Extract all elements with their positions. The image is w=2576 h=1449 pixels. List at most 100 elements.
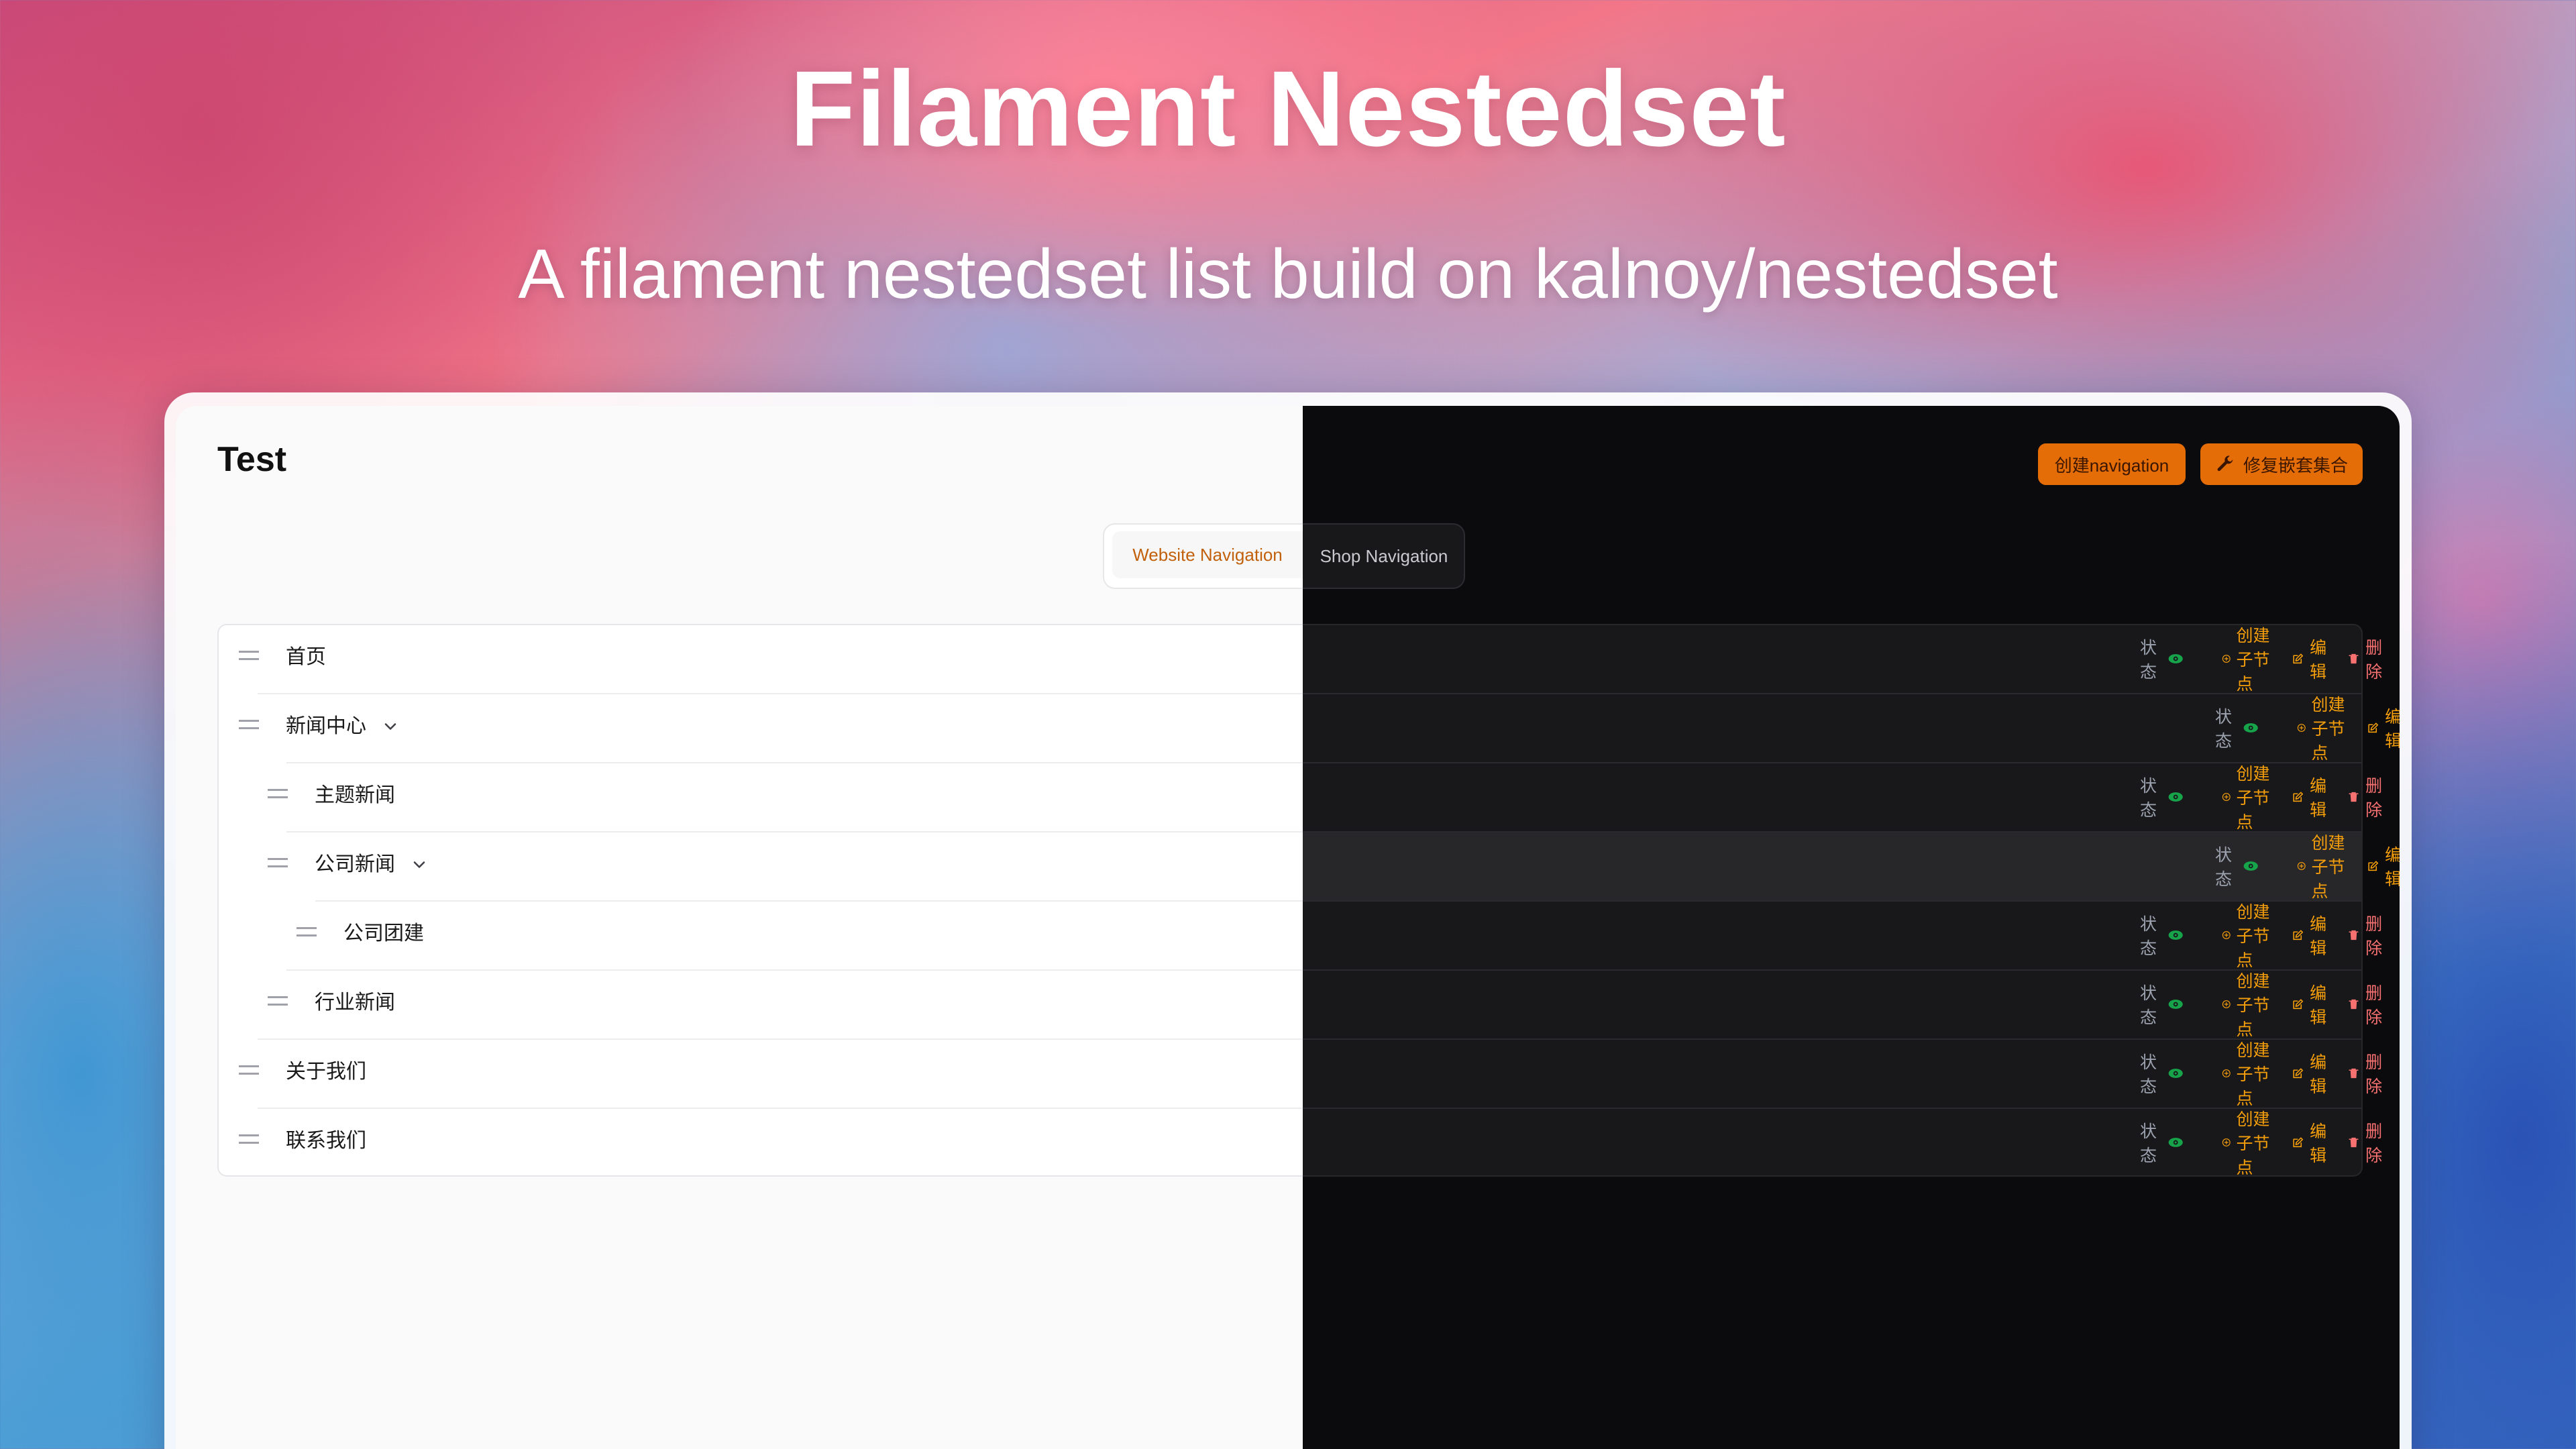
edit-button[interactable]: 编辑	[2292, 773, 2332, 821]
plus-circle-icon	[2222, 654, 2231, 663]
fix-nested-set-button[interactable]: 修复嵌套集合	[2200, 443, 2363, 485]
create-child-button[interactable]: 创建子节点	[2222, 899, 2277, 971]
navigation-tabs: Website Navigation Shop Navigation	[1103, 523, 1465, 589]
drag-handle-icon[interactable]	[297, 927, 317, 936]
create-child-button[interactable]: 创建子节点	[2297, 830, 2352, 902]
eye-icon[interactable]	[2168, 1063, 2183, 1083]
plus-circle-icon	[2297, 861, 2306, 870]
tree-row: 公司新闻 状态 创建子节点 编辑	[217, 831, 2400, 901]
trash-icon	[2349, 653, 2359, 663]
eye-icon[interactable]	[2168, 787, 2183, 807]
edit-button[interactable]: 编辑	[2292, 1049, 2332, 1097]
create-child-button[interactable]: 创建子节点	[2222, 968, 2277, 1040]
trash-icon	[2349, 999, 2359, 1009]
status-label: 状态	[2140, 1053, 2157, 1096]
chevron-down-icon[interactable]	[381, 717, 400, 736]
tab-website-navigation[interactable]: Website Navigation	[1112, 531, 1303, 578]
edit-icon	[2368, 722, 2379, 733]
tree-row: 联系我们 状态 创建子节点 编辑 删除	[217, 1108, 2382, 1177]
eye-icon[interactable]	[2168, 925, 2183, 945]
delete-button[interactable]: 删除	[2347, 635, 2388, 683]
drag-handle-icon[interactable]	[239, 1134, 259, 1144]
row-hover-highlight	[1303, 831, 2363, 900]
tree-row: 公司团建 状态 创建子节点 编辑 删除	[217, 899, 2382, 971]
tree-item-label: 公司新闻	[315, 853, 395, 875]
create-child-button[interactable]: 创建子节点	[2222, 761, 2277, 833]
row-divider	[286, 969, 1303, 971]
eye-icon[interactable]	[2168, 649, 2183, 669]
row-divider	[286, 762, 1303, 763]
eye-icon[interactable]	[2243, 856, 2258, 876]
chevron-down-icon[interactable]	[410, 855, 429, 874]
page-title: Test	[217, 440, 287, 479]
delete-label: 删除	[2365, 1122, 2383, 1165]
eye-icon[interactable]	[2168, 994, 2183, 1014]
edit-icon	[2293, 653, 2304, 663]
edit-icon	[2293, 998, 2304, 1009]
edit-icon	[2293, 1067, 2304, 1078]
edit-button[interactable]: 编辑	[2367, 842, 2400, 890]
drag-handle-icon[interactable]	[239, 720, 259, 729]
trash-icon	[2349, 792, 2359, 802]
tree-item-label: 首页	[286, 646, 326, 668]
row-actions: 状态 创建子节点 编辑	[2215, 692, 2400, 764]
drag-handle-icon[interactable]	[239, 651, 259, 660]
tab-shop-navigation[interactable]: Shop Navigation	[1303, 533, 1465, 580]
edit-button[interactable]: 编辑	[2292, 635, 2332, 683]
edit-button[interactable]: 编辑	[2292, 1118, 2332, 1167]
edit-icon	[2368, 860, 2379, 871]
row-divider	[258, 693, 1303, 694]
row-actions: 状态 创建子节点 编辑 删除	[2140, 1108, 2388, 1177]
delete-button[interactable]: 删除	[2347, 1049, 2388, 1097]
status-label: 状态	[2140, 638, 2157, 682]
create-child-label: 创建子节点	[2236, 971, 2270, 1039]
eye-icon[interactable]	[2243, 718, 2258, 738]
delete-button[interactable]: 删除	[2347, 773, 2388, 821]
status-label: 状态	[2215, 845, 2233, 889]
edit-button[interactable]: 编辑	[2292, 980, 2332, 1028]
trash-icon	[2349, 1137, 2359, 1147]
drag-handle-icon[interactable]	[268, 996, 288, 1006]
edit-icon	[2293, 791, 2304, 802]
eye-icon[interactable]	[2168, 1132, 2183, 1152]
edit-button[interactable]: 编辑	[2292, 911, 2332, 959]
edit-label: 编辑	[2310, 1122, 2327, 1165]
create-child-button[interactable]: 创建子节点	[2222, 623, 2277, 695]
row-actions: 状态 创建子节点 编辑 删除	[2140, 968, 2388, 1040]
fix-nested-set-label: 修复嵌套集合	[2243, 455, 2348, 476]
row-actions: 状态 创建子节点 编辑	[2215, 830, 2400, 902]
plus-circle-icon	[2222, 792, 2231, 801]
create-child-button[interactable]: 创建子节点	[2222, 1106, 2277, 1179]
tree-item-label: 联系我们	[286, 1130, 366, 1152]
create-child-label: 创建子节点	[2236, 626, 2270, 694]
row-divider	[1303, 693, 2363, 694]
drag-handle-icon[interactable]	[268, 858, 288, 867]
create-child-label: 创建子节点	[2236, 902, 2270, 970]
tree-row: 行业新闻 状态 创建子节点 编辑 删除	[217, 969, 2382, 1039]
tree-row: 主题新闻 状态 创建子节点 编辑 删除	[217, 762, 2382, 832]
drag-handle-icon[interactable]	[239, 1065, 259, 1075]
status-label: 状态	[2215, 707, 2233, 751]
edit-label: 编辑	[2310, 638, 2327, 682]
row-actions: 状态 创建子节点 编辑 删除	[2140, 761, 2388, 833]
row-divider	[1303, 831, 2363, 833]
plus-circle-icon	[2222, 1069, 2231, 1077]
wrench-icon	[2217, 455, 2233, 472]
delete-label: 删除	[2365, 776, 2383, 820]
create-child-button[interactable]: 创建子节点	[2297, 692, 2352, 764]
create-child-label: 创建子节点	[2311, 695, 2345, 763]
edit-label: 编辑	[2310, 914, 2327, 958]
edit-label: 编辑	[2310, 1053, 2327, 1096]
edit-button[interactable]: 编辑	[2367, 704, 2400, 752]
tree-row: 关于我们 状态 创建子节点 编辑 删除	[217, 1037, 2382, 1110]
delete-button[interactable]: 删除	[2347, 1118, 2388, 1167]
delete-button[interactable]: 删除	[2347, 980, 2388, 1028]
create-child-button[interactable]: 创建子节点	[2222, 1037, 2277, 1110]
tree-item-label: 主题新闻	[315, 784, 395, 806]
delete-button[interactable]: 删除	[2347, 911, 2388, 959]
create-navigation-button[interactable]: 创建navigation	[2038, 443, 2186, 485]
drag-handle-icon[interactable]	[268, 789, 288, 798]
row-divider	[315, 900, 1303, 902]
delete-label: 删除	[2365, 983, 2383, 1027]
edit-icon	[2293, 1136, 2304, 1147]
